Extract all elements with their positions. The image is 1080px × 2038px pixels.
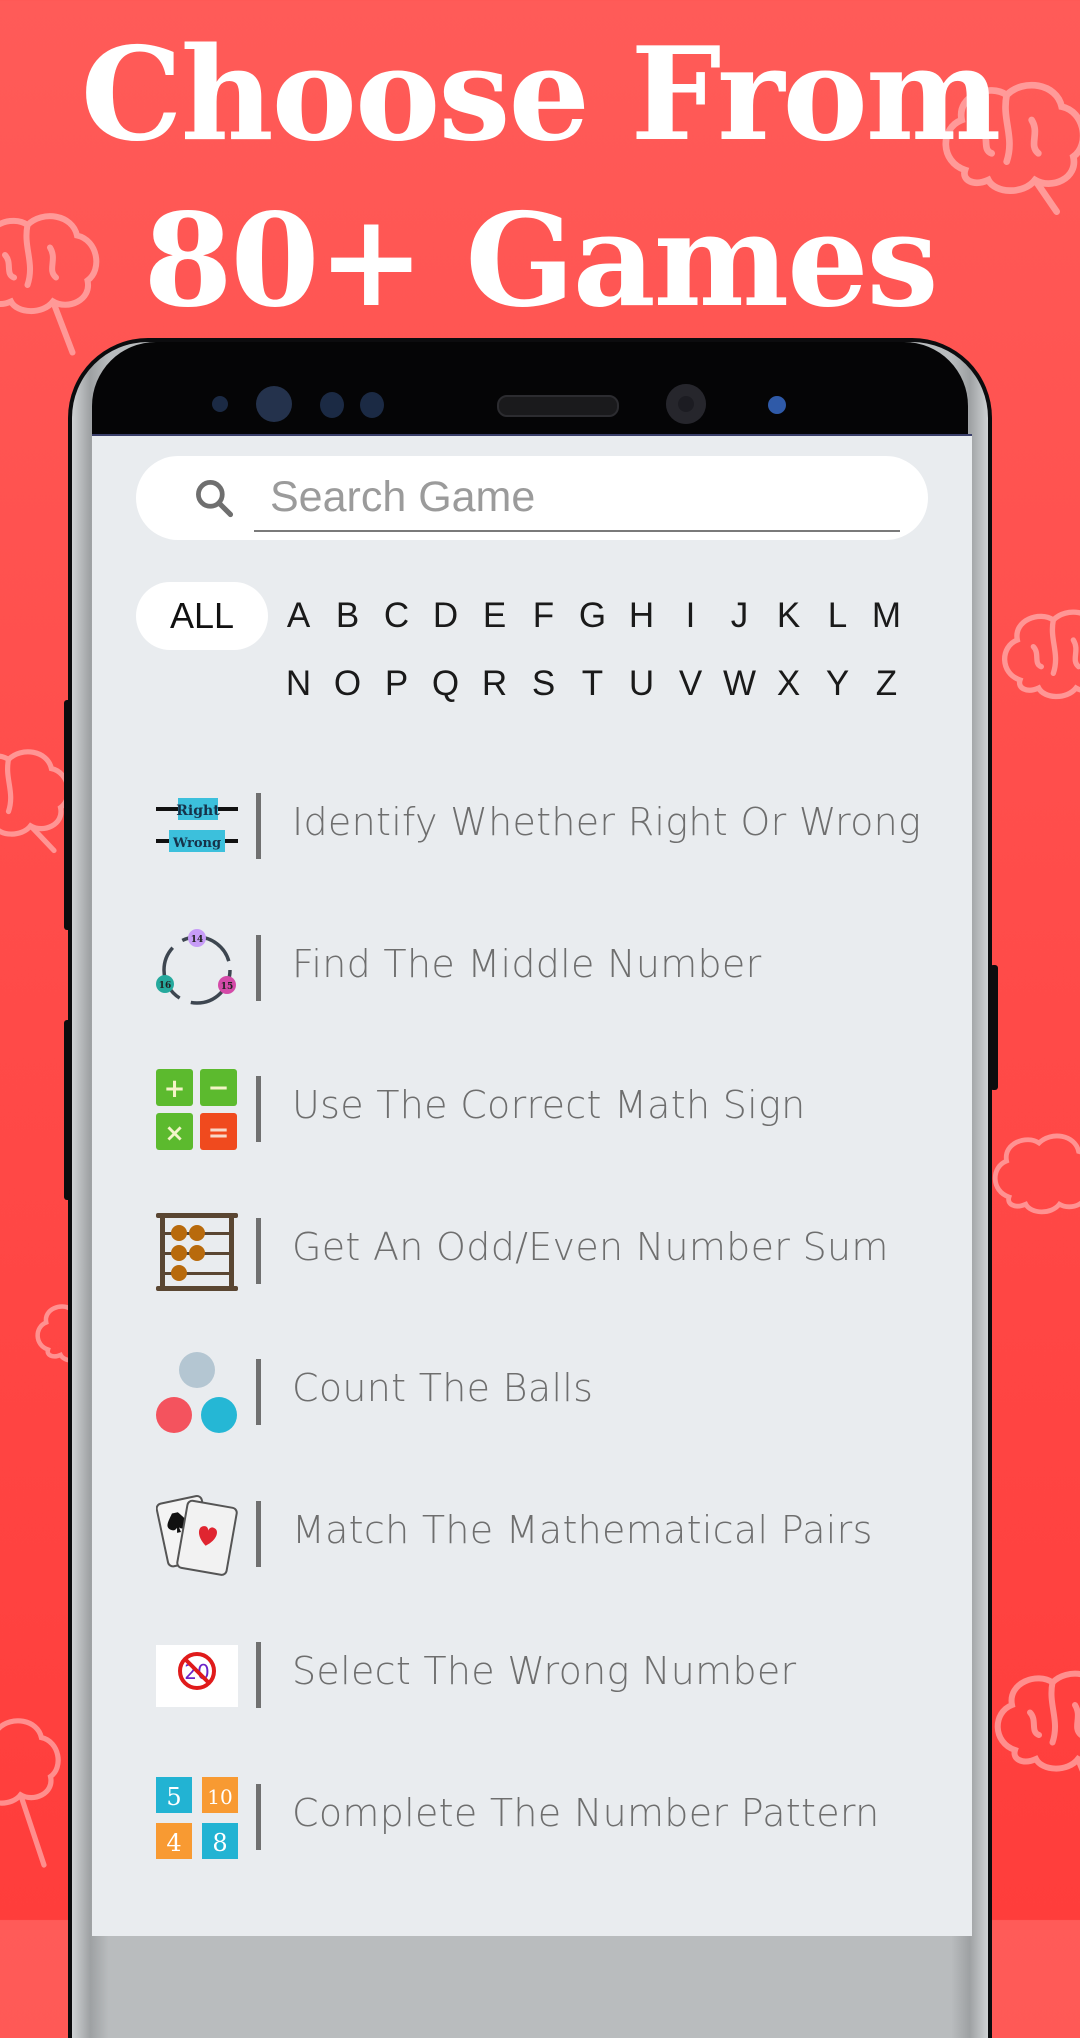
svg-text:=: =	[208, 1118, 230, 1148]
filter-letter-g[interactable]: G	[568, 582, 617, 650]
svg-text:15: 15	[221, 982, 234, 992]
game-item[interactable]: + − × = Use The Correct Math Sign	[92, 1039, 972, 1181]
game-label: Count The Balls	[292, 1366, 594, 1410]
filter-letter-n[interactable]: N	[274, 650, 323, 718]
game-label: Match The Mathematical Pairs	[292, 1507, 873, 1552]
svg-text:×: ×	[164, 1119, 184, 1147]
filter-letter-q[interactable]: Q	[421, 650, 470, 718]
filter-letter-w[interactable]: W	[715, 650, 764, 718]
filter-letter-d[interactable]: D	[421, 582, 470, 650]
svg-text:16: 16	[159, 981, 172, 991]
svg-text:Wrong: Wrong	[172, 836, 221, 851]
filter-letter-e[interactable]: E	[470, 582, 519, 650]
game-item[interactable]: Count The Balls	[92, 1322, 972, 1464]
sensor-icon	[768, 396, 786, 414]
promo-headline: Choose From 80+ Games	[0, 0, 1080, 344]
filter-letter-j[interactable]: J	[715, 582, 764, 650]
abacus-icon	[156, 1211, 238, 1293]
svg-text:+: +	[164, 1074, 186, 1104]
game-item[interactable]: Right Wrong Identify Whether Right Or Wr…	[92, 756, 972, 898]
sensor-icon	[360, 392, 384, 418]
app-screen: ALL ABCDEFGHIJKLM NOPQRSTUVWXYZ Right Wro…	[92, 434, 972, 1936]
game-list: Right Wrong Identify Whether Right Or Wr…	[92, 756, 972, 1888]
filter-letter-y[interactable]: Y	[813, 650, 862, 718]
filter-letter-r[interactable]: R	[470, 650, 519, 718]
filter-letter-f[interactable]: F	[519, 582, 568, 650]
headline-line-1: Choose From	[80, 20, 1002, 170]
front-camera-icon	[666, 384, 706, 424]
game-label: Complete The Number Pattern	[292, 1790, 880, 1835]
filter-letter-z[interactable]: Z	[862, 650, 911, 718]
filter-letter-v[interactable]: V	[666, 650, 715, 718]
filter-letter-i[interactable]: I	[666, 582, 715, 650]
game-label: Use The Correct Math Sign	[292, 1083, 806, 1127]
filter-letter-k[interactable]: K	[764, 582, 813, 650]
svg-text:14: 14	[191, 935, 204, 945]
search-input[interactable]	[254, 464, 900, 532]
brain-decoration-icon	[990, 600, 1080, 720]
sensor-icon	[256, 386, 292, 422]
divider	[256, 1642, 261, 1708]
filter-letter-p[interactable]: P	[372, 650, 421, 718]
game-item[interactable]: 14 15 16 Find The Middle Number	[92, 898, 972, 1040]
filter-letter-b[interactable]: B	[323, 582, 372, 650]
game-label: Identify Whether Right Or Wrong	[292, 800, 922, 844]
svg-text:8: 8	[212, 1829, 227, 1857]
svg-text:4: 4	[166, 1829, 181, 1857]
svg-text:−: −	[208, 1073, 230, 1103]
brain-decoration-icon	[985, 1660, 1080, 1840]
game-item[interactable]: Match The Mathematical Pairs	[92, 1464, 972, 1606]
filter-letter-x[interactable]: X	[764, 650, 813, 718]
filter-letter-a[interactable]: A	[274, 582, 323, 650]
filter-letter-h[interactable]: H	[617, 582, 666, 650]
game-item[interactable]: 5 10 4 8 Complete The Number Pattern	[92, 1747, 972, 1889]
svg-text:Right: Right	[176, 803, 220, 819]
playing-cards-icon	[155, 1494, 238, 1576]
brain-decoration-icon	[985, 1120, 1080, 1250]
svg-text:10: 10	[207, 1785, 232, 1809]
filter-all-button[interactable]: ALL	[136, 582, 268, 650]
filter-letter-m[interactable]: M	[862, 582, 911, 650]
right-wrong-icon: Right Wrong	[156, 786, 238, 868]
sensor-icon	[212, 396, 228, 412]
game-label: Find The Middle Number	[292, 941, 762, 986]
search-icon[interactable]	[192, 476, 236, 520]
sensor-icon	[320, 392, 344, 418]
brain-decoration-icon	[0, 1700, 70, 1900]
filter-letter-s[interactable]: S	[519, 650, 568, 718]
filter-letter-l[interactable]: L	[813, 582, 862, 650]
search-bar[interactable]	[136, 456, 928, 540]
game-label: Get An Odd/Even Number Sum	[292, 1224, 889, 1269]
number-circle-icon: 14 15 16	[156, 928, 238, 1010]
phone-top-bezel	[92, 342, 968, 436]
filter-letter-o[interactable]: O	[323, 650, 372, 718]
number-pattern-icon: 5 10 4 8	[156, 1776, 238, 1859]
no-twenty-icon: 20	[156, 1635, 238, 1717]
divider	[256, 1783, 261, 1850]
filter-letter-u[interactable]: U	[617, 650, 666, 718]
filter-letter-c[interactable]: C	[372, 582, 421, 650]
game-item[interactable]: Get An Odd/Even Number Sum	[92, 1181, 972, 1323]
math-signs-icon: + − × =	[156, 1069, 238, 1151]
svg-text:5: 5	[166, 1783, 181, 1811]
alphabet-filter: ABCDEFGHIJKLM NOPQRSTUVWXYZ	[274, 582, 954, 718]
game-label: Select The Wrong Number	[292, 1649, 797, 1693]
headline-line-2: 80+ Games	[143, 186, 938, 336]
divider	[256, 1359, 261, 1425]
balls-icon	[156, 1352, 238, 1434]
divider	[256, 1500, 261, 1567]
speaker-grille	[497, 395, 619, 417]
divider	[256, 793, 261, 859]
divider	[256, 934, 261, 1001]
game-item[interactable]: 20 Select The Wrong Number	[92, 1605, 972, 1747]
filter-letter-t[interactable]: T	[568, 650, 617, 718]
divider	[256, 1076, 261, 1142]
divider	[256, 1217, 261, 1284]
